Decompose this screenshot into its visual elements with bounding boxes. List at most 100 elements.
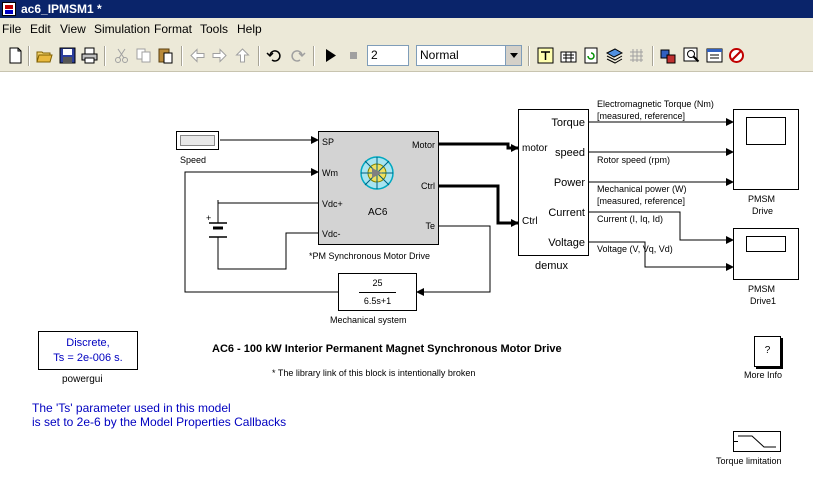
port-ctrl: Ctrl bbox=[421, 181, 435, 191]
drive-block-caption: *PM Synchronous Motor Drive bbox=[309, 251, 431, 261]
scope2-caption-line2: Drive1 bbox=[750, 296, 777, 306]
cut-icon[interactable] bbox=[113, 47, 130, 64]
print-icon[interactable] bbox=[81, 47, 98, 64]
simulation-mode-value: Normal bbox=[420, 48, 459, 62]
toolbar-separator bbox=[181, 46, 183, 66]
port-vdc-plus: Vdc+ bbox=[322, 199, 343, 209]
mechanical-system-block[interactable]: 25 6.5s+1 bbox=[338, 273, 417, 311]
new-icon[interactable] bbox=[7, 47, 24, 64]
properties-icon[interactable] bbox=[706, 47, 723, 64]
scope2-caption-line1: PMSM bbox=[748, 284, 775, 294]
debugger-icon[interactable] bbox=[728, 47, 745, 64]
menu-file[interactable]: File bbox=[2, 22, 21, 36]
start-icon[interactable] bbox=[322, 47, 339, 64]
scope1-caption-line1: PMSM bbox=[748, 194, 775, 204]
window-title: ac6_IPMSM1 * bbox=[21, 2, 102, 16]
scope-pmsm-drive1[interactable] bbox=[733, 228, 799, 280]
powergui-line1: Discrete, bbox=[66, 337, 110, 349]
question-icon: ? bbox=[764, 345, 771, 356]
fraction-bar bbox=[359, 292, 396, 293]
scope-pmsm-drive[interactable] bbox=[733, 109, 799, 190]
back-icon[interactable] bbox=[189, 47, 206, 64]
menu-edit[interactable]: Edit bbox=[30, 22, 51, 36]
save-icon[interactable] bbox=[59, 47, 76, 64]
grid-icon[interactable] bbox=[628, 47, 645, 64]
forward-icon[interactable] bbox=[211, 47, 228, 64]
model-explorer-icon[interactable] bbox=[660, 47, 677, 64]
scope-screen bbox=[746, 117, 786, 145]
ts-note-line1: The 'Ts' parameter used in this model bbox=[32, 401, 231, 415]
demux-output-speed: speed bbox=[555, 147, 585, 159]
toolbar-separator bbox=[313, 46, 315, 66]
port-wm: Wm bbox=[322, 168, 338, 178]
demux-output-torque: Torque bbox=[551, 117, 585, 129]
menu-simulation[interactable]: Simulation bbox=[94, 22, 150, 36]
mechanical-system-caption: Mechanical system bbox=[330, 315, 407, 325]
undo-icon[interactable] bbox=[266, 47, 283, 64]
signal-label-power: Mechanical power (W) bbox=[597, 184, 687, 194]
copy-icon[interactable] bbox=[135, 47, 152, 64]
scope-screen bbox=[746, 236, 786, 252]
port-vdc-minus: Vdc- bbox=[322, 229, 341, 239]
speed-step-block[interactable] bbox=[176, 131, 219, 150]
port-sp: SP bbox=[322, 137, 335, 147]
signal-label-torque: Electromagnetic Torque (Nm) bbox=[597, 99, 714, 109]
chevron-down-icon[interactable] bbox=[505, 46, 521, 65]
model-canvas[interactable]: Speed + SP Wm Vdc+ Vdc- Motor Ctrl Te AC… bbox=[0, 73, 813, 477]
port-motor: Motor bbox=[411, 140, 435, 150]
model-advisor-icon[interactable] bbox=[683, 47, 700, 64]
update-diagram-icon[interactable] bbox=[537, 47, 554, 64]
paste-icon[interactable] bbox=[157, 47, 174, 64]
simulation-mode-select[interactable]: Normal bbox=[416, 45, 522, 66]
refresh-icon[interactable] bbox=[583, 47, 600, 64]
transfer-function-denominator: 6.5s+1 bbox=[363, 296, 392, 306]
library-browser-icon[interactable] bbox=[606, 47, 623, 64]
open-icon[interactable] bbox=[36, 47, 53, 64]
build-icon[interactable] bbox=[560, 47, 577, 64]
demux-input-ctrl: Ctrl bbox=[522, 216, 538, 227]
toolbar-separator bbox=[528, 46, 530, 66]
toolbar-separator bbox=[104, 46, 106, 66]
more-info-block[interactable]: ? bbox=[754, 336, 781, 367]
menu-bar: File Edit View Simulation Format Tools H… bbox=[0, 18, 813, 40]
model-title: AC6 - 100 kW Interior Permanent Magnet S… bbox=[212, 343, 562, 355]
torque-limitation-caption: Torque limitation bbox=[716, 456, 782, 466]
toolbar-separator bbox=[28, 46, 30, 66]
powergui-caption: powergui bbox=[62, 374, 103, 385]
scope1-caption-line2: Drive bbox=[752, 206, 774, 216]
powergui-block[interactable]: Discrete, Ts = 2e-006 s. bbox=[38, 331, 138, 370]
torque-limitation-block[interactable] bbox=[733, 431, 781, 452]
speed-block-face bbox=[180, 135, 215, 146]
signal-label-speed: Rotor speed (rpm) bbox=[597, 155, 671, 165]
more-info-caption: More Info bbox=[744, 370, 783, 380]
stop-time-input[interactable]: 2 bbox=[367, 45, 409, 66]
library-link-note: * The library link of this block is inte… bbox=[272, 368, 476, 378]
signal-label-current: Current (I, Iq, Id) bbox=[597, 214, 664, 224]
demux-caption: demux bbox=[535, 260, 569, 272]
toolbar: 2 Normal bbox=[0, 40, 813, 72]
signal-label-voltage: Voltage (V, Vq, Vd) bbox=[597, 244, 673, 254]
port-te: Te bbox=[425, 221, 435, 231]
speed-block-label: Speed bbox=[180, 155, 207, 165]
dc-voltage-source[interactable]: + bbox=[206, 203, 232, 257]
up-icon[interactable] bbox=[234, 47, 251, 64]
demux-output-current: Current bbox=[548, 207, 585, 219]
menu-format[interactable]: Format bbox=[154, 22, 192, 36]
drive-name: AC6 bbox=[368, 207, 388, 218]
stop-icon[interactable] bbox=[345, 47, 362, 64]
menu-view[interactable]: View bbox=[60, 22, 86, 36]
svg-text:+: + bbox=[206, 213, 211, 223]
menu-tools[interactable]: Tools bbox=[200, 22, 228, 36]
title-bar: ac6_IPMSM1 * bbox=[0, 0, 813, 18]
transfer-function-numerator: 25 bbox=[372, 278, 383, 288]
signal-label-power-sub: [measured, reference] bbox=[597, 196, 686, 206]
pm-synchronous-motor-drive-block[interactable]: SP Wm Vdc+ Vdc- Motor Ctrl Te AC6 bbox=[318, 131, 439, 245]
signal-label-torque-sub: [measured, reference] bbox=[597, 111, 686, 121]
demux-output-power: Power bbox=[553, 177, 585, 189]
powergui-line2: Ts = 2e-006 s. bbox=[53, 352, 123, 364]
demux-block[interactable]: motor Ctrl Torque speed Power Current Vo… bbox=[518, 109, 589, 256]
saturation-icon bbox=[734, 435, 776, 448]
redo-icon[interactable] bbox=[289, 47, 306, 64]
simulink-app-icon bbox=[2, 2, 16, 16]
menu-help[interactable]: Help bbox=[237, 22, 262, 36]
